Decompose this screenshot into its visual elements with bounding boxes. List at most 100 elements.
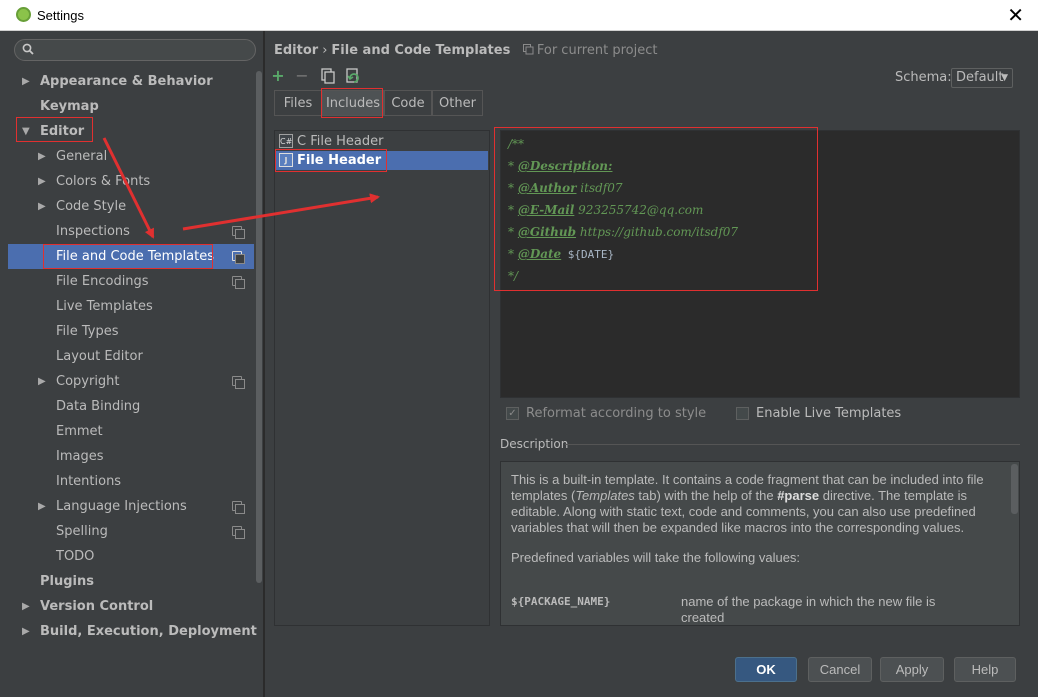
chevron-down-icon: ▼ (1001, 73, 1008, 83)
breadcrumb: Editor › File and Code Templates For curre… (274, 43, 657, 58)
description-panel[interactable]: This is a built-in template. It contains… (500, 461, 1020, 626)
breadcrumb-separator: › (322, 43, 328, 58)
sidebar-item-language-injections[interactable]: ▶ Language Injections (8, 494, 254, 519)
sidebar-item-appearance-behavior[interactable]: ▶ Appearance & Behavior (8, 69, 254, 94)
sidebar-item-label: General (56, 149, 108, 164)
sidebar-item-label: Emmet (56, 424, 103, 439)
tab-code[interactable]: Code (384, 90, 432, 116)
chevron-right-icon[interactable]: ▶ (22, 619, 32, 644)
sidebar-item-label: Images (56, 449, 104, 464)
sidebar-item-label: TODO (56, 549, 95, 564)
sidebar-item-code-style[interactable]: ▶ Code Style (8, 194, 254, 219)
sidebar-item-label: Language Injections (56, 499, 187, 514)
chevron-right-icon[interactable]: ▶ (38, 169, 48, 194)
sidebar-item-version-control[interactable]: ▶ Version Control (8, 594, 254, 619)
project-scope-icon (232, 501, 245, 514)
sidebar-item-label: Build, Execution, Deployment (40, 624, 257, 639)
project-scope-icon (522, 44, 534, 55)
chevron-right-icon[interactable]: ▶ (38, 494, 48, 519)
sidebar-item-label: Live Templates (56, 299, 153, 314)
sidebar-item-layout-editor[interactable]: Layout Editor (8, 344, 254, 369)
add-template-button[interactable]: + (269, 67, 287, 85)
checkbox-checked-icon: ✓ (506, 407, 519, 420)
schema-label: Schema: (895, 70, 952, 85)
sidebar-item-file-encodings[interactable]: File Encodings (8, 269, 254, 294)
page-title: File and Code Templates (331, 43, 511, 58)
schema-value: Default (956, 70, 1004, 85)
sidebar-item-label: Version Control (40, 599, 154, 614)
sidebar-item-file-types[interactable]: File Types (8, 319, 254, 344)
sidebar-item-label: Copyright (56, 374, 120, 389)
sidebar-item-copyright[interactable]: ▶ Copyright (8, 369, 254, 394)
breadcrumb-editor[interactable]: Editor (274, 43, 318, 58)
sidebar-item-data-binding[interactable]: Data Binding (8, 394, 254, 419)
sidebar-item-label: File Encodings (56, 274, 149, 289)
sidebar-item-intentions[interactable]: Intentions (8, 469, 254, 494)
search-icon (22, 43, 34, 55)
sidebar-item-label: Code Style (56, 199, 127, 214)
sidebar-item-plugins[interactable]: Plugins (8, 569, 254, 594)
description-scrollbar[interactable] (1011, 464, 1018, 514)
c-file-icon: C# (279, 134, 293, 148)
sidebar-item-build-execution-deployment[interactable]: ▶ Build, Execution, Deployment (8, 619, 257, 644)
project-scope-icon (232, 226, 245, 239)
tab-other[interactable]: Other (432, 90, 483, 116)
sidebar-item-label: Inspections (56, 224, 130, 239)
sidebar-item-label: Intentions (56, 474, 122, 489)
sidebar-item-live-templates[interactable]: Live Templates (8, 294, 254, 319)
checkbox-unchecked-icon (736, 407, 749, 420)
annotation-box-file-header (275, 149, 387, 172)
chevron-right-icon[interactable]: ▶ (38, 194, 48, 219)
window-title: Settings (37, 8, 84, 23)
close-icon[interactable]: ✕ (1007, 3, 1024, 27)
window-frame-left (0, 31, 8, 697)
ok-button[interactable]: OK (735, 657, 797, 682)
sidebar-item-spelling[interactable]: Spelling (8, 519, 254, 544)
sidebar-item-label: Plugins (40, 574, 94, 589)
reformat-label: Reformat according to style (526, 406, 707, 421)
annotation-box-includes-tab (321, 88, 383, 118)
scope-label: For current project (536, 43, 658, 58)
android-studio-icon (16, 7, 31, 22)
sidebar-item-colors-fonts[interactable]: ▶ Colors & Fonts (8, 169, 254, 194)
sidebar-item-label: Appearance & Behavior (40, 74, 213, 89)
sidebar-item-label: File Types (56, 324, 119, 339)
description-predefined: Predefined variables will take the follo… (511, 550, 801, 565)
sidebar-item-inspections[interactable]: Inspections (8, 219, 254, 244)
apply-button[interactable]: Apply (880, 657, 944, 682)
project-scope-icon (232, 526, 245, 539)
sidebar-item-general[interactable]: ▶ General (8, 144, 254, 169)
sidebar-item-label: Layout Editor (56, 349, 143, 364)
sidebar-scrollbar[interactable] (256, 71, 262, 583)
help-button[interactable]: Help (954, 657, 1016, 682)
schema-dropdown[interactable]: Default ▼ (951, 68, 1013, 88)
cancel-button[interactable]: Cancel (808, 657, 872, 682)
chevron-right-icon[interactable]: ▶ (38, 144, 48, 169)
project-scope-icon (232, 276, 245, 289)
chevron-right-icon[interactable]: ▶ (22, 594, 32, 619)
annotation-box-code (494, 127, 818, 291)
reset-template-icon[interactable] (344, 67, 362, 85)
remove-template-button[interactable]: − (293, 67, 311, 85)
annotation-box-file-templates (43, 244, 213, 269)
sidebar-item-images[interactable]: Images (8, 444, 254, 469)
sidebar-item-todo[interactable]: TODO (8, 544, 254, 569)
search-input[interactable] (14, 39, 256, 61)
sidebar-item-keymap[interactable]: Keymap (8, 94, 254, 119)
chevron-right-icon[interactable]: ▶ (38, 369, 48, 394)
chevron-right-icon[interactable]: ▶ (22, 69, 32, 94)
project-scope-icon (232, 251, 245, 264)
sidebar-item-emmet[interactable]: Emmet (8, 419, 254, 444)
tab-files[interactable]: Files (274, 90, 322, 116)
sidebar-item-label: Data Binding (56, 399, 141, 414)
window-frame-right (1030, 31, 1038, 697)
description-heading: Description (500, 437, 569, 451)
scope-indicator: For current project (522, 43, 658, 58)
description-fragment: tab) with the help of the (634, 488, 778, 503)
variable-description: name of the package in which the new fil… (681, 594, 936, 625)
live-templates-label: Enable Live Templates (756, 406, 902, 421)
description-emphasis: Templates (575, 488, 635, 503)
copy-template-icon[interactable] (319, 67, 337, 85)
sidebar-item-label: Keymap (40, 99, 99, 114)
template-list: C# C File Header J File Header (274, 130, 490, 626)
